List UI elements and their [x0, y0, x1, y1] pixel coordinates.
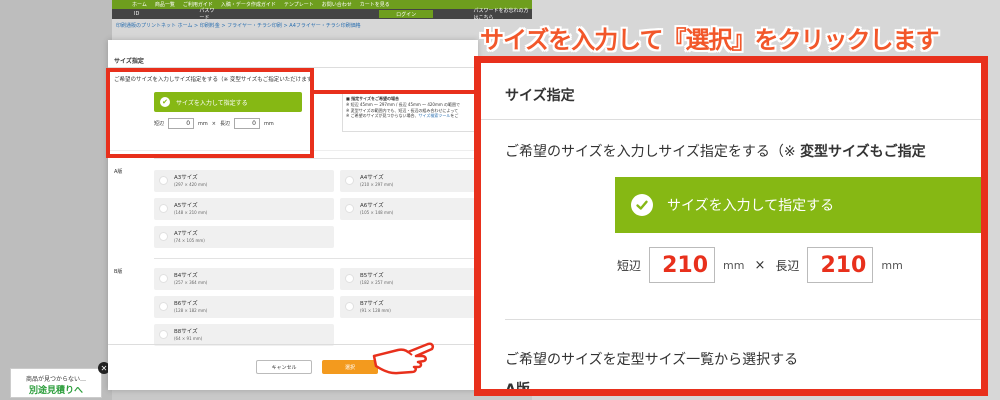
- size-name: B4サイズ: [174, 273, 198, 279]
- size-option-a5[interactable]: A5サイズ (148 × 210 mm): [154, 198, 334, 220]
- nav-item-home[interactable]: ホーム: [132, 1, 147, 8]
- modal-title: サイズ指定: [114, 58, 144, 65]
- long-side-label: 長辺: [775, 258, 800, 273]
- size-dimensions: (182 × 257 mm): [360, 280, 394, 285]
- size-dimensions: (148 × 210 mm): [174, 210, 208, 215]
- zoom-description: ご希望のサイズを入力しサイズ指定をする（※ 変型サイズもご指定: [505, 141, 926, 161]
- password-label: パスワード: [199, 8, 215, 21]
- size-name: A3サイズ: [174, 175, 198, 181]
- size-search-link[interactable]: サイズ検索ツール: [419, 113, 451, 118]
- radio-icon: [345, 302, 354, 311]
- banner-text: 商品が見つからない…: [25, 376, 86, 383]
- size-note: ■ 指定サイズをご希望の場合 ※ 短辺 45mm ～ 297mm / 長辺 45…: [342, 92, 478, 132]
- radio-icon: [159, 302, 168, 311]
- size-name: A7サイズ: [174, 231, 198, 237]
- nav-item-cart[interactable]: カートを見る: [360, 1, 390, 8]
- size-dimensions: (64 × 91 mm): [174, 336, 203, 341]
- note-text: をご: [450, 113, 459, 119]
- radio-icon: [159, 274, 168, 283]
- size-option-a3[interactable]: A3サイズ (297 × 420 mm): [154, 170, 334, 192]
- divider: [154, 258, 478, 259]
- nav-item-contact[interactable]: お問い合わせ: [322, 1, 352, 8]
- size-dimensions: (128 × 182 mm): [174, 308, 208, 313]
- divider: [154, 158, 478, 159]
- forgot-password-link[interactable]: パスワードをお忘れの方はこちら: [473, 7, 532, 21]
- divider: [481, 119, 981, 120]
- radio-icon: [159, 176, 168, 185]
- short-side-input[interactable]: 210: [649, 247, 716, 283]
- size-option-a7[interactable]: A7サイズ (74 × 105 mm): [154, 226, 334, 248]
- size-dimensions: (210 × 297 mm): [360, 182, 394, 187]
- section-label-a: A版: [114, 169, 123, 175]
- select-button[interactable]: 選択: [322, 360, 378, 374]
- size-dimensions: (74 × 105 mm): [174, 238, 205, 243]
- check-icon: [631, 194, 653, 216]
- zoom-section-label-a: A版: [505, 382, 530, 396]
- estimate-banner[interactable]: 商品が見つからない… 別途見積りへ: [10, 368, 102, 398]
- radio-icon: [345, 274, 354, 283]
- size-name: B5サイズ: [360, 273, 384, 279]
- nav-item-template[interactable]: テンプレート: [284, 1, 314, 8]
- highlight-connector: [314, 90, 474, 94]
- highlight-box: [106, 68, 314, 158]
- pointing-hand-icon: [372, 342, 435, 375]
- radio-icon: [159, 204, 168, 213]
- zoom-title: サイズ指定: [505, 88, 575, 104]
- size-option-b8[interactable]: B8サイズ (64 × 91 mm): [154, 324, 334, 346]
- zoom-description-text: ご希望のサイズを入力しサイズ指定をする（※: [505, 144, 801, 160]
- size-name: B7サイズ: [360, 301, 384, 307]
- size-option-b4[interactable]: B4サイズ (257 × 364 mm): [154, 268, 334, 290]
- unit-label: mm: [881, 258, 903, 272]
- zoom-description-bold: 変型サイズもご指定: [800, 144, 926, 160]
- size-name: A5サイズ: [174, 203, 198, 209]
- zoom-size-inputs: 短辺 210 mm × 長辺 210 mm: [617, 247, 903, 283]
- size-name: B8サイズ: [174, 329, 198, 335]
- login-bar: ID パスワード ログイン パスワードをお忘れの方はこちら: [112, 7, 532, 21]
- note-text: ※ ご希望のサイズが見つからない場合、: [346, 113, 419, 119]
- size-name: B6サイズ: [174, 301, 198, 307]
- divider: [505, 319, 981, 320]
- size-dimensions: (257 × 364 mm): [174, 280, 208, 285]
- size-option-b6[interactable]: B6サイズ (128 × 182 mm): [154, 296, 334, 318]
- nav-item-data-guide[interactable]: 入稿・データ作成ガイド: [221, 1, 276, 8]
- zoomed-size-panel: サイズ指定 ご希望のサイズを入力しサイズ指定をする（※ 変型サイズもご指定 サイ…: [474, 56, 988, 396]
- instruction-headline: サイズを入力して『選択』をクリックします: [480, 26, 940, 54]
- top-nav: ホーム 商品一覧 ご利用ガイド 入稿・データ作成ガイド テンプレート お問い合わ…: [112, 0, 532, 9]
- zoom-custom-size-option[interactable]: サイズを入力して指定する: [615, 177, 981, 233]
- short-side-label: 短辺: [617, 258, 642, 273]
- size-dimensions: (297 × 420 mm): [174, 182, 208, 187]
- zoom-standard-size-description: ご希望のサイズを定型サイズ一覧から選択する: [505, 352, 799, 368]
- page-margin: [0, 0, 112, 400]
- size-name: A4サイズ: [360, 175, 384, 181]
- id-label: ID: [134, 11, 140, 17]
- unit-label: mm: [723, 258, 745, 272]
- radio-icon: [345, 204, 354, 213]
- times-sign: ×: [754, 257, 766, 273]
- radio-icon: [159, 232, 168, 241]
- radio-icon: [159, 330, 168, 339]
- zoom-custom-size-label: サイズを入力して指定する: [667, 198, 835, 214]
- login-button[interactable]: ログイン: [378, 10, 434, 18]
- note-line: ※ 短辺 45mm ～ 297mm / 長辺 45mm ～ 420mm の範囲で: [346, 101, 461, 107]
- radio-icon: [345, 176, 354, 185]
- size-dimensions: (91 × 128 mm): [360, 308, 391, 313]
- breadcrumb[interactable]: 印刷通販のプリントネット ホーム > 印刷料金 > フライヤー・チラシ印刷 > …: [116, 22, 361, 29]
- note-line: ※ ご希望のサイズが見つからない場合、サイズ検索ツールをご: [346, 113, 474, 119]
- cancel-button[interactable]: キャンセル: [256, 360, 312, 374]
- size-dimensions: (105 × 148 mm): [360, 210, 394, 215]
- nav-item-products[interactable]: 商品一覧: [155, 1, 175, 8]
- section-label-b: B版: [114, 269, 123, 275]
- long-side-input[interactable]: 210: [807, 247, 874, 283]
- size-name: A6サイズ: [360, 203, 384, 209]
- banner-title: 別途見積りへ: [28, 386, 83, 396]
